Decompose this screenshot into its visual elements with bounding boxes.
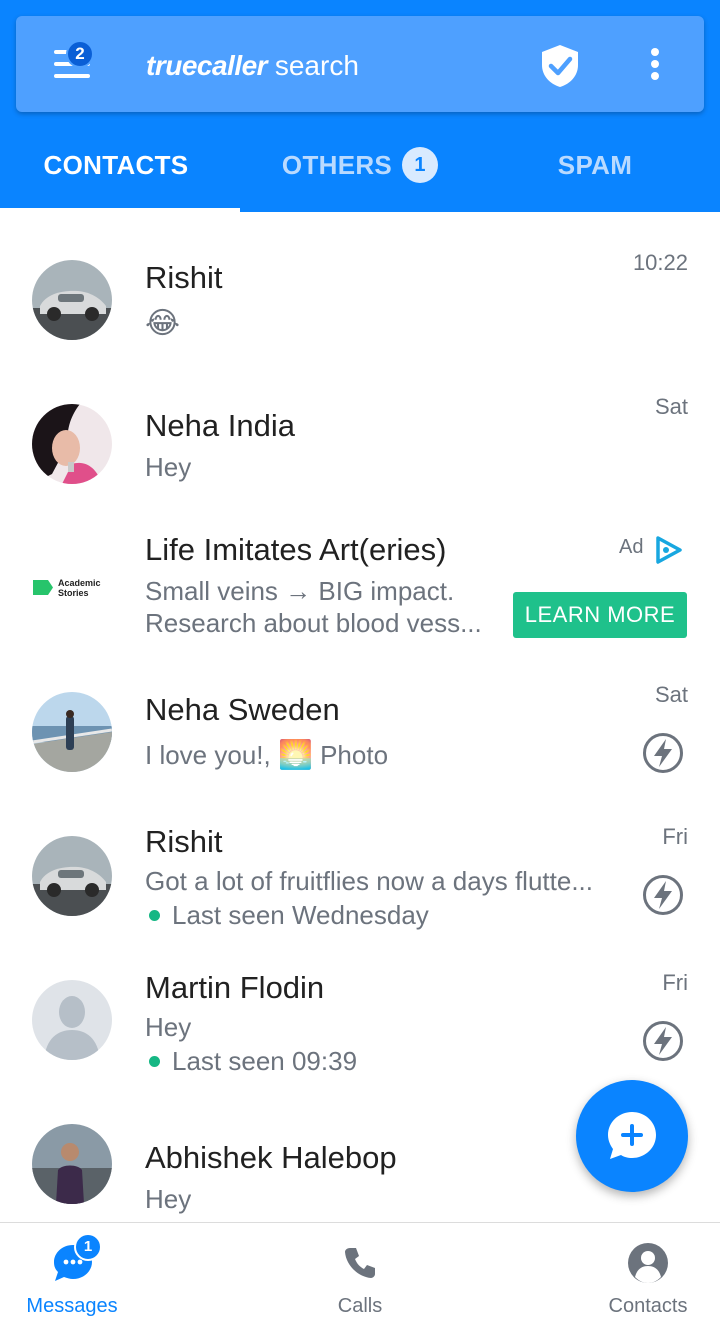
new-message-icon (608, 1112, 656, 1159)
last-seen-text: Last seen Wednesday (172, 900, 429, 930)
contact-name: Rishit (145, 824, 223, 859)
last-seen: Last seen 09:39 (145, 1046, 357, 1077)
conversation-row[interactable]: Martin Flodin Hey Last seen 09:39 Fri (0, 936, 720, 1082)
conversation-row[interactable]: Neha India Hey Sat (0, 356, 720, 500)
advertiser-logo: Academic Stories (30, 577, 120, 601)
ad-choices-icon[interactable] (654, 536, 684, 564)
last-seen-text: Last seen 09:39 (172, 1046, 358, 1076)
contact-name: Rishit (145, 260, 223, 295)
nav-contacts-label: Contacts (608, 1295, 688, 1317)
tab-spam[interactable]: SPAM (480, 118, 710, 212)
nav-messages-label: Messages (26, 1295, 118, 1317)
tab-others-label: OTHERS (281, 149, 393, 180)
message-time: Sat (654, 682, 688, 707)
flash-icon[interactable] (642, 1020, 684, 1062)
photo-icon: 🌅 (277, 739, 313, 770)
ad-line-2: Research about blood vess... (145, 608, 482, 638)
nav-calls[interactable]: Calls (270, 1223, 450, 1336)
ad-label: Ad (619, 536, 644, 558)
message-time: Sat (654, 394, 688, 419)
search-bar[interactable]: 2 truecaller search (16, 16, 704, 112)
ad-title: Life Imitates Art(eries) (145, 532, 447, 567)
message-text: I love you!, (145, 740, 271, 770)
learn-more-button[interactable]: LEARN MORE (513, 592, 687, 638)
tab-spam-label: SPAM (557, 149, 633, 180)
avatar (32, 836, 112, 916)
more-vert-icon[interactable] (640, 46, 670, 82)
message-preview: I love you!, 🌅 Photo (145, 738, 388, 771)
search-placeholder[interactable]: truecaller search (146, 50, 359, 82)
nav-calls-label: Calls (337, 1295, 383, 1317)
photo-label: Photo (320, 740, 389, 770)
nav-messages[interactable]: 1 Messages (0, 1223, 162, 1336)
flash-icon[interactable] (642, 874, 684, 916)
message-preview-emoji: 😂 (145, 307, 181, 340)
contact-name: Neha India (145, 408, 295, 443)
truecaller-logo: truecaller (146, 50, 268, 81)
messages-badge: 1 (74, 1233, 102, 1261)
contact-name: Neha Sweden (145, 692, 340, 727)
avatar (32, 260, 112, 340)
tab-contacts-label: CONTACTS (43, 149, 189, 180)
conversation-row[interactable]: Rishit Got a lot of fruitflies now a day… (0, 790, 720, 936)
ad-line-1: Small veins → BIG impact. (145, 576, 455, 606)
message-time: Fri (662, 824, 688, 849)
nav-contacts[interactable]: Contacts (558, 1223, 720, 1336)
contact-name: Martin Flodin (145, 970, 325, 1005)
menu-badge: 2 (66, 40, 94, 68)
tab-others-badge: 1 (402, 147, 439, 183)
conversation-row[interactable]: Rishit 😂 10:22 (0, 212, 720, 356)
message-preview: Hey (145, 1012, 192, 1042)
online-indicator (149, 910, 160, 922)
online-indicator (149, 1056, 160, 1068)
bottom-navigation: 1 Messages Calls Contacts (0, 1222, 720, 1336)
shield-check-icon[interactable] (539, 43, 581, 89)
message-time: Fri (662, 970, 688, 995)
phone-icon (345, 1248, 375, 1278)
last-seen: Last seen Wednesday (145, 900, 429, 931)
ad-row[interactable]: Academic Stories Life Imitates Art(eries… (0, 500, 720, 650)
conversation-row[interactable]: Neha Sweden I love you!, 🌅 Photo Sat (0, 650, 720, 790)
contact-name: Abhishek Halebop (145, 1140, 397, 1175)
tab-others[interactable]: OTHERS 1 (250, 118, 470, 212)
tab-bar: CONTACTS OTHERS 1 SPAM (0, 118, 720, 212)
message-time: 10:22 (632, 250, 688, 275)
search-label: search (274, 50, 359, 81)
message-preview: Hey (145, 452, 192, 482)
avatar (32, 404, 112, 484)
message-preview: Got a lot of fruitflies now a days flutt… (145, 866, 593, 896)
avatar (32, 1124, 112, 1204)
advertiser-name: Academic Stories (58, 578, 101, 598)
flash-icon[interactable] (642, 732, 684, 774)
app-header: 2 truecaller search CONTACTS OTHERS 1 SP… (0, 0, 720, 212)
tab-contacts[interactable]: CONTACTS (0, 118, 232, 212)
new-message-button[interactable] (576, 1080, 688, 1192)
avatar (32, 692, 112, 772)
avatar-placeholder (32, 980, 112, 1060)
person-circle-icon (628, 1243, 668, 1283)
message-preview: Hey (145, 1184, 192, 1214)
conversation-list[interactable]: Rishit 😂 10:22 Neha India Hey Sat Academ… (0, 212, 720, 1222)
